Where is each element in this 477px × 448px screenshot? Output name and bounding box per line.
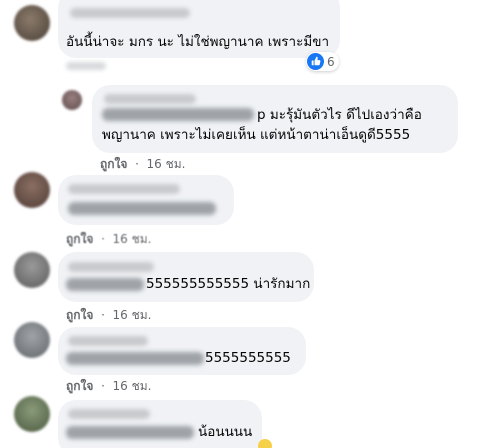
like-link[interactable]: ถูกใจ: [100, 155, 127, 174]
comment-text: น้อนนนน: [198, 424, 253, 440]
comment-author-name[interactable]: [68, 409, 150, 419]
avatar[interactable]: [14, 322, 50, 358]
comment-text-blurred: [68, 202, 216, 215]
dot-separator: ·: [131, 157, 143, 171]
comment-actions: ถูกใจ · 16 ชม.: [66, 306, 151, 325]
comment-time[interactable]: 16 ชม.: [113, 377, 152, 396]
avatar[interactable]: [14, 172, 50, 208]
comment-text: 5555555555: [205, 350, 291, 366]
like-thumb-icon: [307, 53, 324, 70]
comment-text: 555555555555 น่ารักมาก: [146, 276, 311, 292]
comment-author-name[interactable]: [68, 262, 154, 272]
comment-author-name[interactable]: [68, 184, 180, 194]
emoji-icon: [258, 439, 272, 448]
comment-author-name[interactable]: [70, 8, 190, 18]
reaction-count: 6: [327, 54, 335, 69]
dot-separator: ·: [97, 232, 109, 246]
comment-actions: ถูกใจ · 16 ชม.: [66, 377, 151, 396]
comment-actions: ถูกใจ · 16 ชม.: [66, 230, 151, 249]
mentioned-user[interactable]: [66, 352, 204, 365]
comment-author-name[interactable]: [104, 94, 196, 104]
like-link[interactable]: ถูกใจ: [66, 306, 93, 325]
comment-actions-blurred: [66, 62, 106, 70]
mentioned-user[interactable]: [66, 278, 144, 291]
mentioned-user[interactable]: [102, 108, 254, 121]
comment-actions: ถูกใจ · 16 ชม.: [100, 155, 185, 174]
mentioned-user[interactable]: [66, 426, 194, 439]
dot-separator: ·: [97, 379, 109, 393]
comment-time[interactable]: 16 ชม.: [113, 306, 152, 325]
like-link[interactable]: ถูกใจ: [66, 230, 93, 249]
avatar[interactable]: [62, 90, 82, 110]
like-link[interactable]: ถูกใจ: [66, 377, 93, 396]
comment-author-name[interactable]: [68, 336, 148, 346]
reaction-summary[interactable]: 6: [306, 52, 339, 71]
avatar[interactable]: [14, 5, 50, 41]
comment-bubble: [58, 175, 234, 225]
comment-time[interactable]: 16 ชม.: [147, 155, 186, 174]
dot-separator: ·: [97, 308, 109, 322]
comment-text-line2: พญานาค เพราะไม่เคยเห็น แต่หน้าตาน่าเอ็นด…: [102, 127, 411, 143]
avatar[interactable]: [14, 396, 50, 432]
comment-text: อันนี้น่าจะ มกร นะ ไม่ใช่พญานาค เพราะมีข…: [66, 34, 330, 50]
avatar[interactable]: [14, 252, 50, 288]
comment-time[interactable]: 16 ชม.: [113, 230, 152, 249]
comment-text-line1: p มะรุ้มันตัวไร ดีไปเองว่าคือ: [257, 107, 422, 123]
